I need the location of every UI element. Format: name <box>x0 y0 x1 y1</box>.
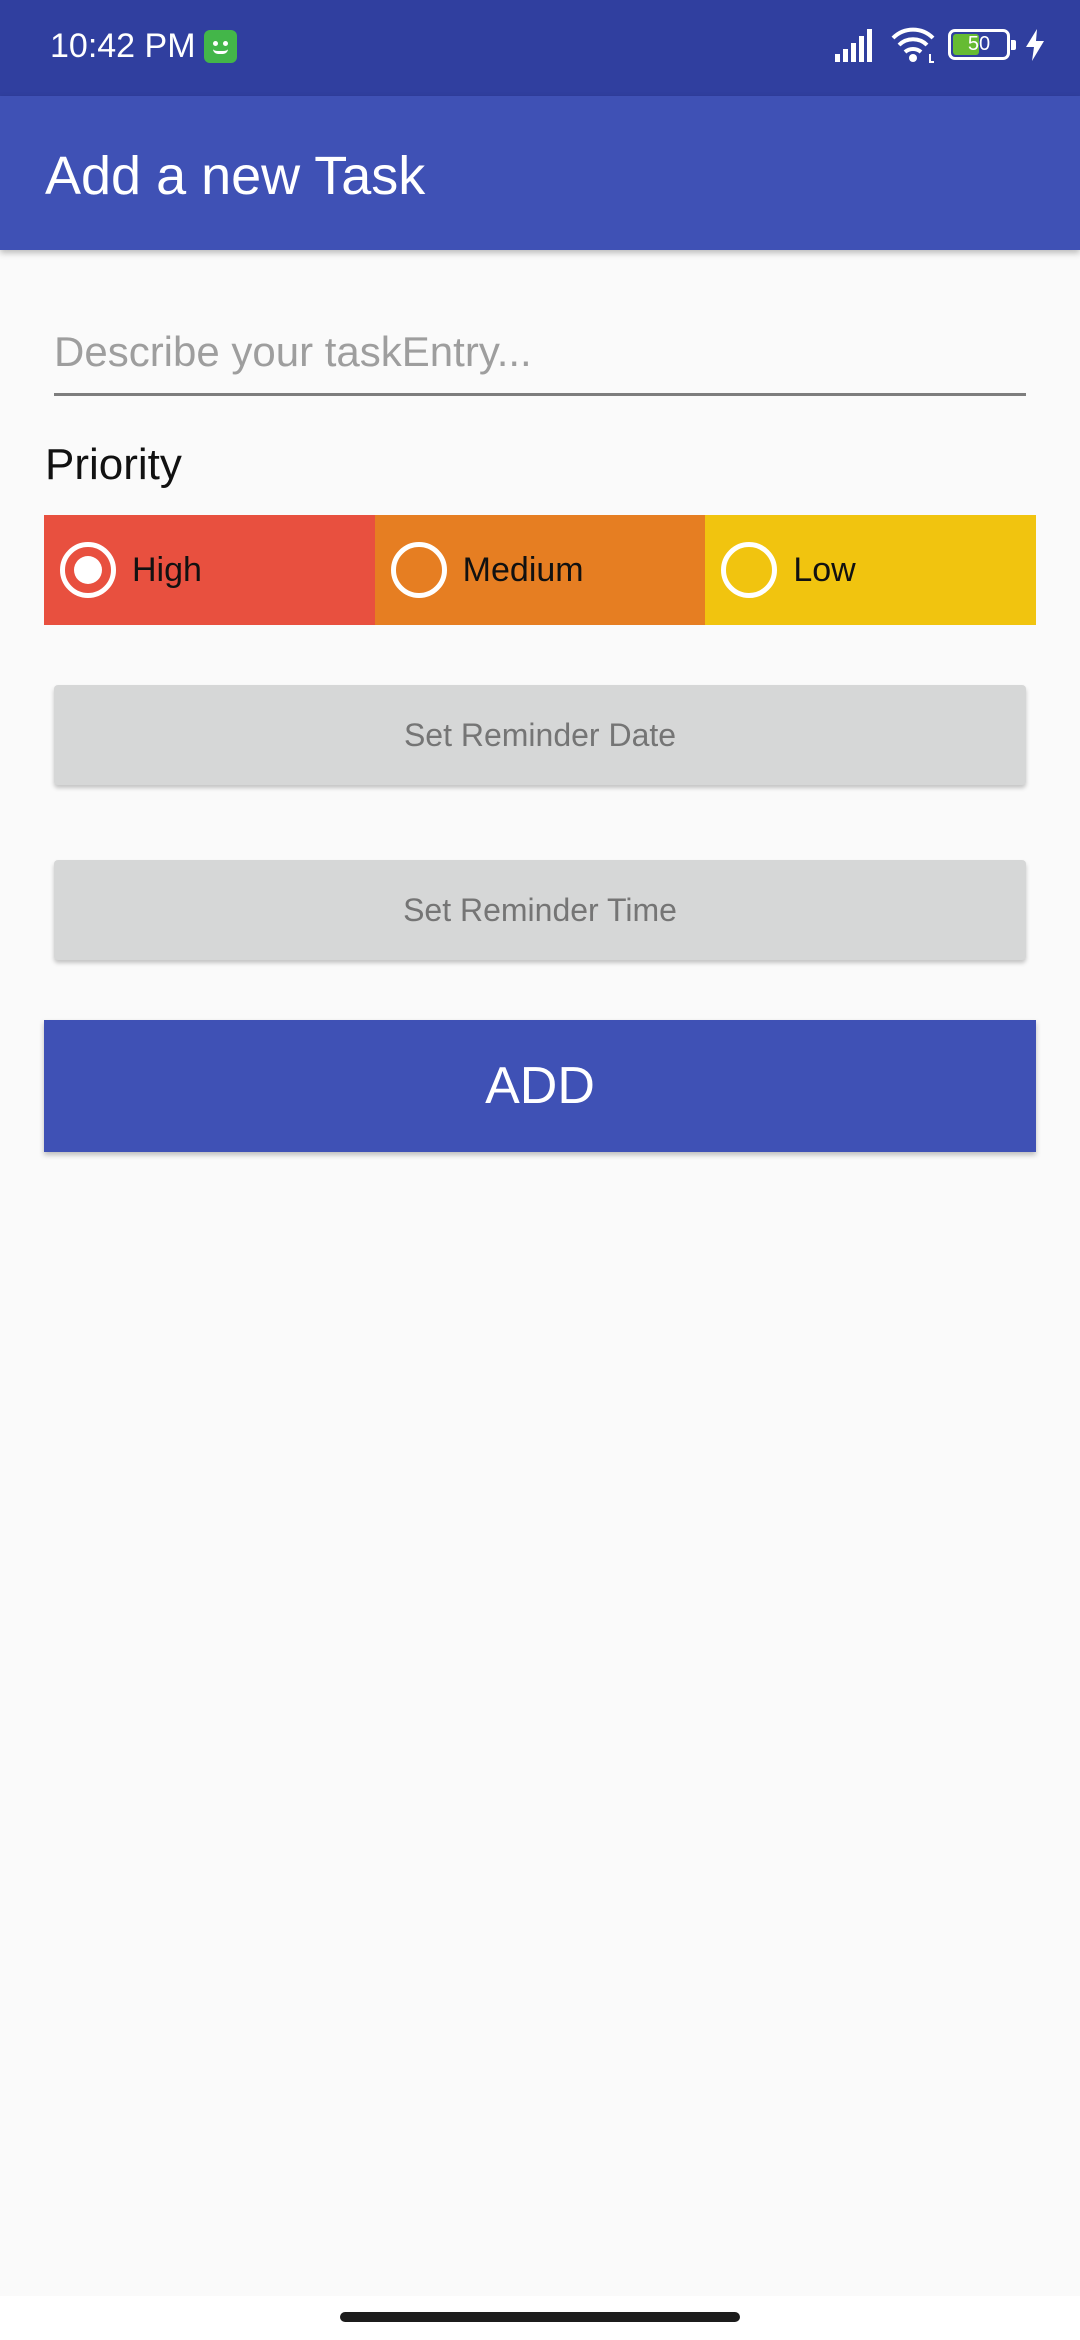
priority-option-low[interactable]: Low <box>705 515 1037 625</box>
page-title: Add a new Task <box>45 146 426 206</box>
priority-option-label: Low <box>793 550 856 589</box>
signal-icon <box>835 29 872 62</box>
wifi-icon <box>891 27 935 63</box>
radio-button-unchecked-icon[interactable] <box>721 542 778 598</box>
home-gesture-handle[interactable] <box>340 2312 740 2322</box>
priority-option-medium[interactable]: Medium <box>374 515 706 625</box>
set-reminder-time-button[interactable]: Set Reminder Time <box>54 860 1026 960</box>
battery-level: 50 <box>967 33 991 55</box>
priority-option-high[interactable]: High <box>44 515 375 625</box>
priority-radio-group: High Medium Low <box>44 515 1037 625</box>
task-description-input[interactable] <box>54 310 1026 396</box>
notification-app-icon <box>204 30 237 63</box>
app-bar: Add a new Task <box>0 96 1080 250</box>
navigation-bar <box>0 2296 1080 2340</box>
charging-icon <box>1026 29 1044 61</box>
add-task-button[interactable]: ADD <box>44 1020 1036 1152</box>
priority-label: Priority <box>45 440 182 489</box>
radio-button-unchecked-icon[interactable] <box>390 542 447 598</box>
battery-icon: 50 <box>948 29 1016 60</box>
set-reminder-date-button[interactable]: Set Reminder Date <box>54 685 1026 785</box>
priority-option-label: Medium <box>462 550 584 589</box>
radio-button-checked-icon[interactable] <box>60 542 116 598</box>
status-time: 10:42 PM <box>50 27 196 65</box>
priority-option-label: High <box>132 550 202 589</box>
status-bar: 10:42 PM 50 <box>0 0 1080 96</box>
